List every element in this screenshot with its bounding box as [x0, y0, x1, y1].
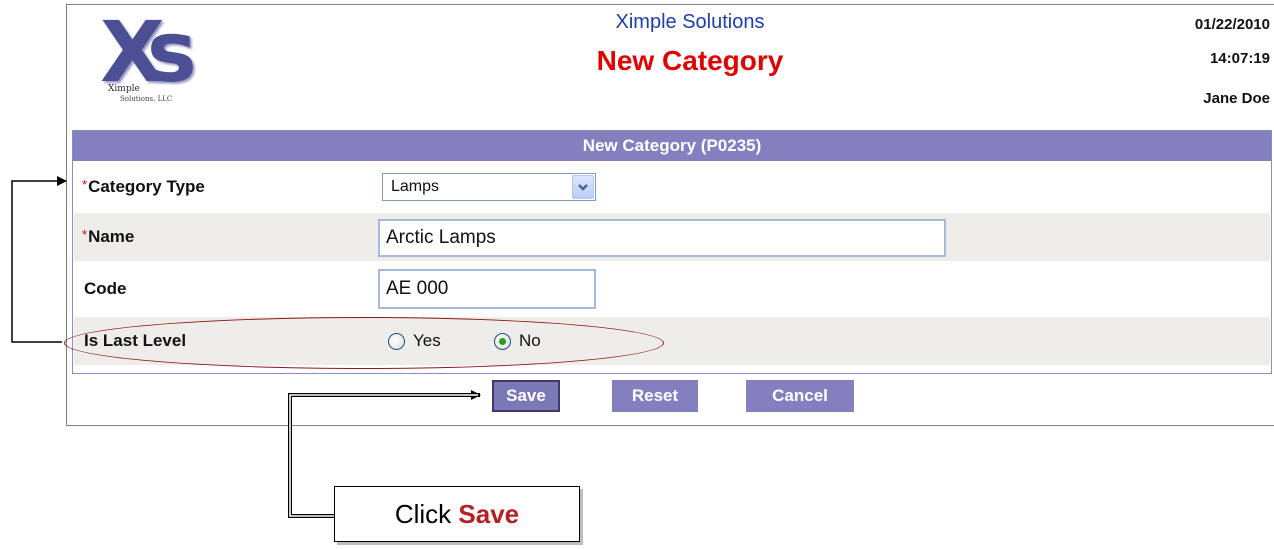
company-logo: Xs Ximple Solutions, LLC	[100, 10, 240, 105]
user-name: Jane Doe	[1203, 90, 1270, 107]
category-type-label-text: Category Type	[88, 177, 205, 196]
code-input[interactable]: AE 000	[378, 269, 596, 309]
category-type-select[interactable]: Lamps	[382, 173, 596, 201]
save-button[interactable]: Save	[492, 380, 560, 412]
required-marker: *	[82, 177, 88, 192]
name-input[interactable]: Arctic Lamps	[378, 219, 946, 257]
name-row: *Name Arctic Lamps	[74, 213, 1270, 261]
reset-button[interactable]: Reset	[612, 380, 698, 412]
logo-caption: Ximple Solutions, LLC	[108, 84, 172, 104]
name-label-text: Name	[88, 227, 135, 246]
page: Xs Ximple Solutions, LLC Ximple Solution…	[0, 0, 1274, 549]
chevron-down-icon	[578, 184, 588, 191]
company-name: Ximple Solutions	[615, 11, 765, 33]
category-type-label: *Category Type	[82, 163, 205, 211]
category-type-value: Lamps	[391, 178, 440, 195]
dropdown-chevron-icon[interactable]	[572, 175, 594, 199]
required-marker: *	[82, 227, 88, 242]
callout-prefix: Click	[394, 499, 459, 529]
logo-caption-line2: Solutions, LLC	[120, 95, 173, 103]
instruction-callout: Click Save	[334, 486, 580, 542]
form-header: New Category (P0235)	[73, 131, 1271, 161]
cancel-button[interactable]: Cancel	[746, 380, 854, 412]
highlight-ellipse	[64, 317, 664, 369]
code-row: Code AE 000	[74, 265, 1270, 313]
code-label: Code	[84, 279, 127, 298]
logo-mark: Xs	[100, 10, 197, 94]
current-date: 01/22/2010	[1194, 16, 1270, 33]
callout-emphasis: Save	[458, 499, 520, 529]
logo-caption-line1: Ximple	[108, 84, 140, 94]
name-label: *Name	[82, 213, 134, 261]
page-title: New Category	[596, 45, 784, 76]
category-type-row: *Category Type Lamps	[74, 163, 1270, 211]
arrow-icon	[11, 176, 67, 343]
current-time: 14:07:19	[1209, 50, 1270, 67]
